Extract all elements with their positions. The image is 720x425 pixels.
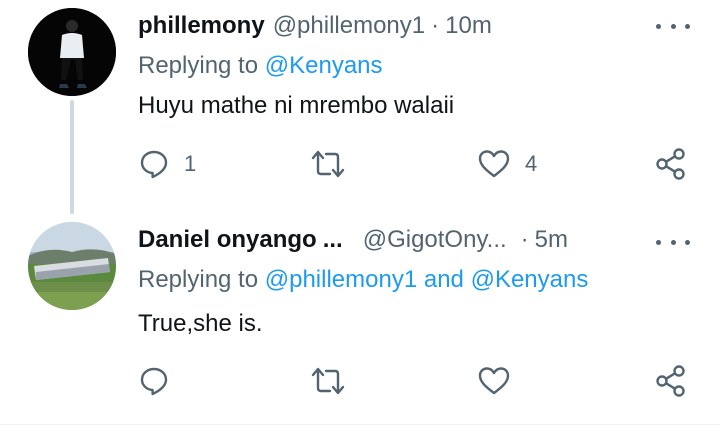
timestamp[interactable]: 10m — [445, 12, 492, 40]
tweet-actions — [0, 363, 720, 399]
like-button[interactable]: 4 — [477, 146, 537, 182]
retweet-button[interactable] — [310, 146, 360, 182]
user-handle[interactable]: @GigotOny... — [363, 226, 507, 254]
tweet-header: phillemony @phillemony1 · 10m — [138, 8, 492, 44]
heart-icon — [478, 150, 510, 178]
user-handle[interactable]: @phillemony1 — [273, 12, 425, 40]
more-dot — [685, 23, 690, 29]
mention-link[interactable]: @Kenyans — [471, 266, 589, 293]
share-icon — [656, 365, 685, 397]
heart-icon — [478, 367, 510, 395]
tweet-text: True,she is. — [138, 310, 263, 337]
replying-to-line: Replying to @Kenyans — [138, 52, 383, 80]
reply-bubble-icon — [140, 150, 168, 179]
avatar[interactable] — [28, 8, 116, 96]
retweet-icon — [311, 367, 345, 395]
replying-to-line: Replying to @phillemony1 and @Kenyans — [138, 266, 588, 294]
separator-dot: · — [520, 226, 529, 253]
share-icon — [656, 148, 685, 180]
share-button[interactable] — [654, 363, 688, 399]
tweet-actions: 1 4 — [0, 146, 720, 182]
more-dots-icon — [656, 23, 661, 29]
mention-link[interactable]: @Kenyans — [265, 52, 383, 79]
separator-dot: · — [431, 12, 440, 39]
share-button[interactable] — [654, 146, 688, 182]
mention-link[interactable]: @phillemony1 — [265, 266, 417, 293]
more-dot — [670, 239, 676, 245]
retweet-icon — [311, 150, 345, 178]
mention-joiner[interactable]: and — [424, 266, 464, 293]
more-dot — [685, 239, 690, 245]
tweet[interactable]: Daniel onyango ... @GigotOny... · 5m Rep… — [0, 216, 720, 425]
more-dot — [670, 23, 676, 29]
timestamp[interactable]: 5m — [535, 226, 568, 254]
replying-prefix: Replying to — [138, 266, 259, 293]
replying-prefix: Replying to — [138, 52, 259, 79]
reply-bubble-icon — [140, 367, 168, 396]
tweet-header: Daniel onyango ... @GigotOny... · 5m — [138, 222, 568, 258]
more-options-button[interactable] — [656, 232, 690, 252]
reply-button[interactable] — [138, 363, 184, 399]
tweet-text: Huyu mathe ni mrembo walaii — [138, 92, 455, 119]
reply-count: 1 — [184, 151, 197, 176]
tweet[interactable]: phillemony @phillemony1 · 10m Replying t… — [0, 0, 720, 216]
display-name[interactable]: phillemony — [138, 12, 265, 40]
name-ellipsis: ... — [322, 226, 343, 253]
reply-button[interactable]: 1 — [138, 146, 196, 182]
like-button[interactable] — [477, 363, 525, 399]
avatar-photo — [28, 8, 116, 96]
more-dots-icon — [656, 239, 661, 245]
avatar[interactable] — [28, 222, 116, 310]
display-name[interactable]: Daniel onyango — [138, 226, 317, 254]
more-options-button[interactable] — [656, 16, 690, 36]
like-count: 4 — [525, 151, 538, 176]
retweet-button[interactable] — [310, 363, 360, 399]
avatar-photo — [28, 222, 116, 310]
